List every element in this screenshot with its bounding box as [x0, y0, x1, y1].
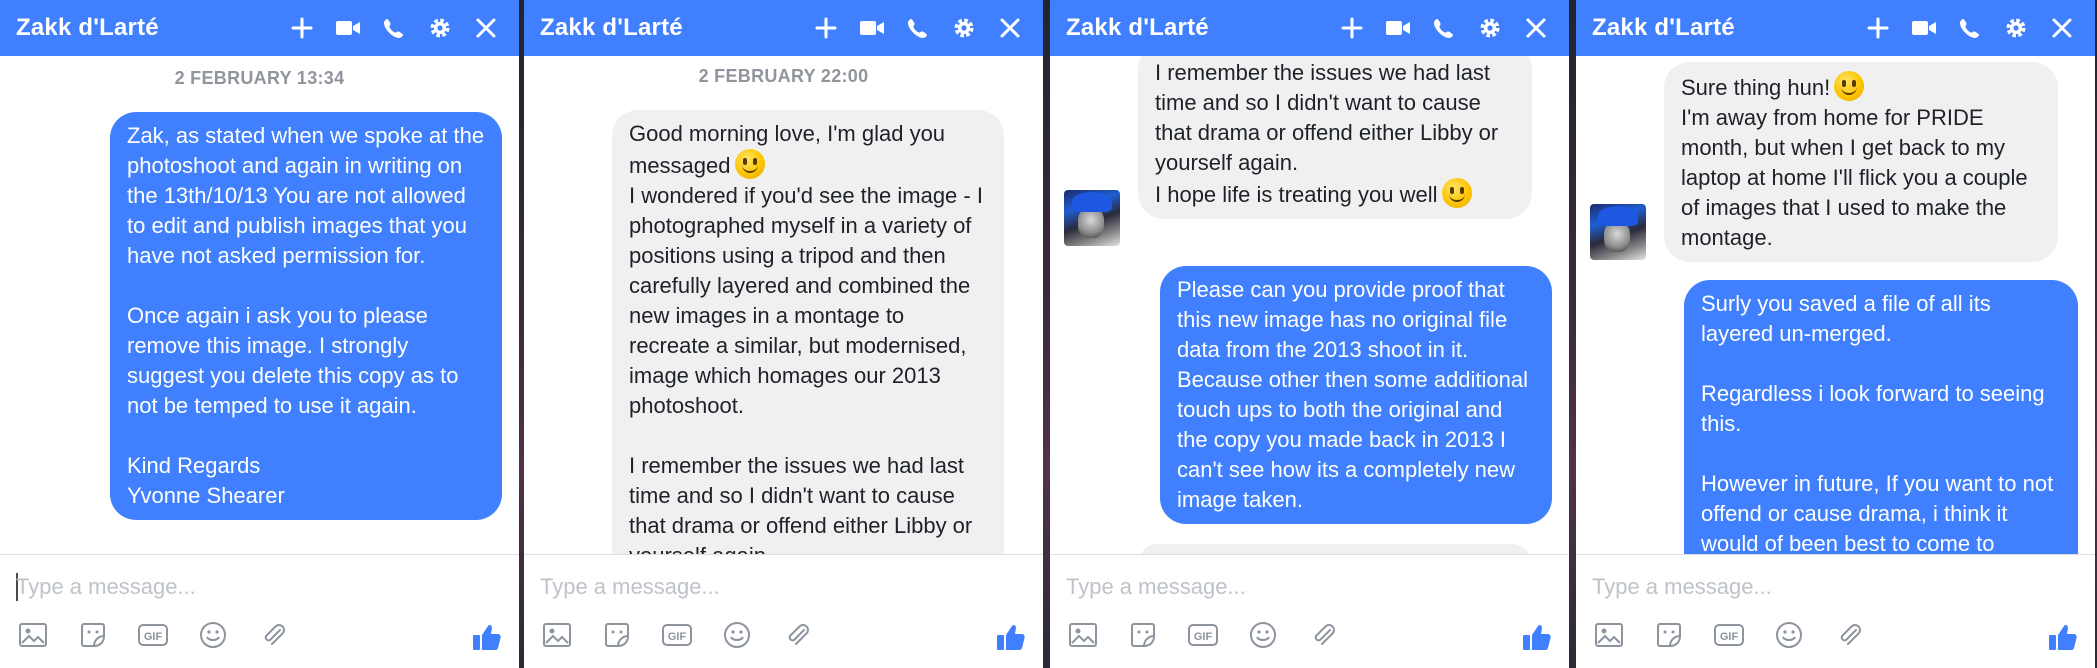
incoming-message-partial[interactable]	[1138, 544, 1532, 554]
emoji-icon[interactable]	[193, 615, 233, 655]
sticker-icon[interactable]	[1123, 615, 1163, 655]
phone-icon[interactable]	[371, 0, 417, 56]
image-icon[interactable]	[13, 615, 53, 655]
gif-icon[interactable]: GIF	[1183, 615, 1223, 655]
plus-icon[interactable]	[279, 0, 325, 56]
gif-icon[interactable]: GIF	[133, 615, 173, 655]
sticker-icon[interactable]	[73, 615, 113, 655]
composer-toolbar: GIF	[1050, 615, 1569, 659]
chat-window-1: Zakk d'Larté 2 FEBRUARY 13:34 Zak, as st…	[0, 0, 519, 668]
message-text: Good morning love, I'm glad you messaged	[629, 121, 952, 178]
gif-icon[interactable]: GIF	[657, 615, 697, 655]
phone-icon[interactable]	[1947, 0, 1993, 56]
image-icon[interactable]	[1063, 615, 1103, 655]
video-camera-icon[interactable]	[1375, 0, 1421, 56]
attachment-icon[interactable]	[253, 615, 293, 655]
sticker-icon[interactable]	[597, 615, 637, 655]
contact-name[interactable]: Zakk d'Larté	[540, 14, 683, 42]
attachment-icon[interactable]	[1829, 615, 1869, 655]
outgoing-message[interactable]: Please can you provide proof that this n…	[1160, 266, 1552, 524]
composer-toolbar: GIF	[524, 615, 1043, 659]
thumbs-up-icon[interactable]	[989, 615, 1033, 659]
video-camera-icon[interactable]	[1901, 0, 1947, 56]
emoji-icon[interactable]	[1769, 615, 1809, 655]
contact-name[interactable]: Zakk d'Larté	[1592, 14, 1735, 42]
plus-icon[interactable]	[1855, 0, 1901, 56]
phone-icon[interactable]	[895, 0, 941, 56]
message-composer: GIF	[524, 554, 1043, 668]
message-input[interactable]	[540, 569, 1020, 605]
svg-text:GIF: GIF	[668, 631, 687, 643]
chat-window-2: Zakk d'Larté 2 FEBRUARY 22:00 Good morni…	[524, 0, 1043, 668]
message-thread[interactable]: Sure thing hun! I'm away from home for P…	[1576, 56, 2095, 554]
chat-window-3: Zakk d'Larté I remember the issues we ha…	[1050, 0, 1569, 668]
blush-emoji-icon	[1834, 71, 1865, 101]
svg-text:GIF: GIF	[1194, 631, 1213, 643]
incoming-message[interactable]: I remember the issues we had last time a…	[1138, 56, 1532, 219]
plus-icon[interactable]	[1329, 0, 1375, 56]
image-icon[interactable]	[1589, 615, 1629, 655]
message-thread[interactable]: I remember the issues we had last time a…	[1050, 56, 1569, 554]
message-composer: GIF	[0, 554, 519, 668]
chat-header: Zakk d'Larté	[524, 0, 1043, 56]
close-icon[interactable]	[1513, 0, 1559, 56]
message-text: Sure thing hun!	[1681, 75, 1831, 100]
thumbs-up-icon[interactable]	[465, 615, 509, 659]
plus-icon[interactable]	[803, 0, 849, 56]
date-label: 2 FEBRUARY 22:00	[698, 66, 869, 86]
incoming-message[interactable]: Sure thing hun! I'm away from home for P…	[1664, 62, 2058, 262]
image-icon[interactable]	[537, 615, 577, 655]
phone-icon[interactable]	[1421, 0, 1467, 56]
video-camera-icon[interactable]	[849, 0, 895, 56]
chat-header: Zakk d'Larté	[1050, 0, 1569, 56]
thumbs-up-icon[interactable]	[1515, 615, 1559, 659]
svg-text:GIF: GIF	[1720, 631, 1739, 643]
gear-icon[interactable]	[417, 0, 463, 56]
message-composer: GIF	[1576, 554, 2095, 668]
message-input[interactable]	[1066, 569, 1546, 605]
close-icon[interactable]	[987, 0, 1033, 56]
avatar[interactable]	[1590, 204, 1646, 260]
svg-text:GIF: GIF	[144, 631, 163, 643]
smiley-emoji-icon	[1441, 178, 1472, 208]
chat-window-4: Zakk d'Larté Sure thing hun! I'm away fr…	[1576, 0, 2095, 668]
gear-icon[interactable]	[1993, 0, 2039, 56]
outgoing-message[interactable]: Surly you saved a file of all its layere…	[1684, 280, 2078, 554]
emoji-icon[interactable]	[717, 615, 757, 655]
incoming-message[interactable]: Good morning love, I'm glad you messaged…	[612, 110, 1004, 554]
gif-icon[interactable]: GIF	[1709, 615, 1749, 655]
outgoing-message[interactable]: Zak, as stated when we spoke at the phot…	[110, 112, 502, 520]
message-thread[interactable]: 2 FEBRUARY 22:00 Good morning love, I'm …	[524, 56, 1043, 554]
chat-header: Zakk d'Larté	[0, 0, 519, 56]
gear-icon[interactable]	[1467, 0, 1513, 56]
attachment-icon[interactable]	[777, 615, 817, 655]
emoji-icon[interactable]	[1243, 615, 1283, 655]
message-thread[interactable]: 2 FEBRUARY 13:34 Zak, as stated when we …	[0, 56, 519, 554]
message-text: I wondered if you'd see the image - I ph…	[629, 183, 983, 554]
video-camera-icon[interactable]	[325, 0, 371, 56]
close-icon[interactable]	[2039, 0, 2085, 56]
thumbs-up-icon[interactable]	[2041, 615, 2085, 659]
composer-toolbar: GIF	[0, 615, 519, 659]
message-composer: GIF	[1050, 554, 1569, 668]
composer-toolbar: GIF	[1576, 615, 2095, 659]
contact-name[interactable]: Zakk d'Larté	[1066, 14, 1209, 42]
message-text: I'm away from home for PRIDE month, but …	[1681, 105, 2028, 250]
date-label: 2 FEBRUARY 13:34	[174, 68, 345, 88]
close-icon[interactable]	[463, 0, 509, 56]
attachment-icon[interactable]	[1303, 615, 1343, 655]
avatar[interactable]	[1064, 190, 1120, 246]
chat-header: Zakk d'Larté	[1576, 0, 2095, 56]
smiley-emoji-icon	[734, 149, 765, 179]
sticker-icon[interactable]	[1649, 615, 1689, 655]
contact-name[interactable]: Zakk d'Larté	[16, 14, 159, 42]
message-input[interactable]	[1592, 569, 2072, 605]
gear-icon[interactable]	[941, 0, 987, 56]
message-input[interactable]	[16, 569, 496, 605]
